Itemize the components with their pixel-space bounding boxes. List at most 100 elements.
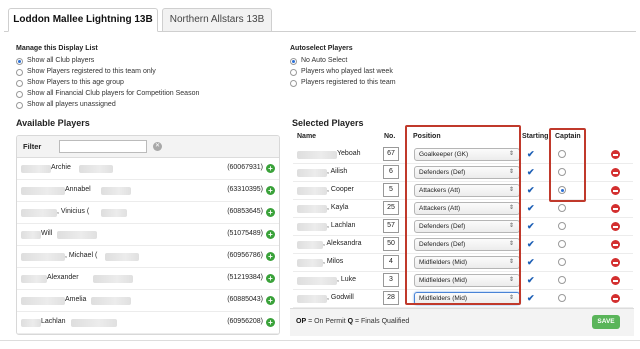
list-item[interactable]: , Michael ( (60956786) +	[17, 246, 279, 268]
starting-checkbox[interactable]: ✔	[527, 240, 535, 249]
redacted-name	[21, 253, 65, 261]
clear-filter-icon[interactable]: ✕	[153, 142, 162, 151]
add-player-icon[interactable]: +	[266, 296, 275, 305]
jersey-number-input[interactable]: 67	[383, 147, 399, 161]
starting-checkbox[interactable]: ✔	[527, 168, 535, 177]
player-name: , Luke	[337, 276, 357, 283]
captain-radio[interactable]	[558, 240, 566, 248]
legend-q-text: = Finals Qualified	[353, 318, 410, 325]
manage-option[interactable]: Show Players registered to this team onl…	[16, 67, 156, 77]
captain-radio[interactable]	[558, 222, 566, 230]
redacted-name	[21, 187, 65, 195]
starting-checkbox[interactable]: ✔	[527, 222, 535, 231]
starting-checkbox[interactable]: ✔	[527, 150, 535, 159]
player-name: , Godwill	[327, 294, 354, 301]
list-item[interactable]: , Vinicius ( (60853645) +	[17, 202, 279, 224]
starting-checkbox[interactable]: ✔	[527, 258, 535, 267]
starting-checkbox[interactable]: ✔	[527, 276, 535, 285]
autoselect-option[interactable]: Players who played last week	[290, 67, 393, 77]
player-name: , Michael (	[65, 252, 98, 259]
manage-option[interactable]: Show all Club players	[16, 56, 94, 66]
captain-radio[interactable]	[558, 276, 566, 284]
remove-player-icon[interactable]	[611, 240, 620, 249]
starting-checkbox[interactable]: ✔	[527, 204, 535, 213]
autoselect-option[interactable]: No Auto Select	[290, 56, 347, 66]
starting-checkbox[interactable]: ✔	[527, 294, 535, 303]
manage-option[interactable]: Show all players unassigned	[16, 100, 116, 110]
add-player-icon[interactable]: +	[266, 230, 275, 239]
remove-player-icon[interactable]	[611, 276, 620, 285]
redacted-name	[93, 275, 133, 283]
jersey-number-input[interactable]: 50	[383, 237, 399, 251]
remove-player-icon[interactable]	[611, 186, 620, 195]
remove-player-icon[interactable]	[611, 294, 620, 303]
player-name: Will	[41, 230, 53, 237]
add-player-icon[interactable]: +	[266, 208, 275, 217]
list-item[interactable]: Lachlan (60956208) +	[17, 312, 279, 334]
jersey-number-input[interactable]: 4	[383, 255, 399, 269]
available-players-panel: Filter ✕ Archie (60067931) + Annabel (63…	[16, 135, 280, 335]
add-player-icon[interactable]: +	[266, 318, 275, 327]
radio-icon[interactable]	[16, 79, 23, 87]
redacted-name	[21, 231, 41, 239]
player-name: Yeboah	[337, 150, 361, 157]
jersey-number-input[interactable]: 28	[383, 291, 399, 305]
selected-footer: OP = On Permit Q = Finals Qualified SAVE	[290, 308, 634, 336]
remove-player-icon[interactable]	[611, 168, 620, 177]
option-label: Players who played last week	[301, 68, 393, 75]
starting-checkbox[interactable]: ✔	[527, 186, 535, 195]
filter-label: Filter	[23, 142, 42, 151]
add-player-icon[interactable]: +	[266, 186, 275, 195]
captain-radio[interactable]	[558, 294, 566, 302]
redacted-name	[101, 187, 131, 195]
player-name: Alexander	[47, 274, 79, 281]
add-player-icon[interactable]: +	[266, 164, 275, 173]
remove-player-icon[interactable]	[611, 222, 620, 231]
redacted-name	[297, 187, 327, 195]
list-item[interactable]: Will (51075489) +	[17, 224, 279, 246]
captain-radio[interactable]	[558, 204, 566, 212]
save-button[interactable]: SAVE	[592, 315, 620, 329]
add-player-icon[interactable]: +	[266, 274, 275, 283]
jersey-number-input[interactable]: 3	[383, 273, 399, 287]
captain-column-highlight	[549, 128, 586, 202]
jersey-number-input[interactable]: 25	[383, 201, 399, 215]
filter-bar: Filter ✕	[17, 136, 279, 158]
remove-player-icon[interactable]	[611, 204, 620, 213]
remove-player-icon[interactable]	[611, 258, 620, 267]
radio-icon[interactable]	[16, 90, 23, 98]
player-name: , Cooper	[327, 186, 354, 193]
option-label: Players registered to this team	[301, 79, 396, 86]
jersey-number-input[interactable]: 6	[383, 165, 399, 179]
tab-loddon-mallee-lightning[interactable]: Loddon Mallee Lightning 13B	[8, 8, 158, 32]
position-column-highlight	[405, 125, 521, 305]
radio-selected-icon[interactable]	[16, 57, 23, 65]
radio-icon[interactable]	[16, 101, 23, 109]
radio-icon[interactable]	[290, 79, 297, 87]
filter-input[interactable]	[59, 140, 147, 153]
manage-option[interactable]: Show Players to this age group	[16, 78, 124, 88]
list-item[interactable]: Archie (60067931) +	[17, 158, 279, 180]
player-name: Lachlan	[41, 318, 66, 325]
player-id: (60956786)	[227, 252, 263, 259]
add-player-icon[interactable]: +	[266, 252, 275, 261]
radio-selected-icon[interactable]	[290, 57, 297, 65]
redacted-name	[297, 295, 327, 303]
captain-radio[interactable]	[558, 258, 566, 266]
list-item[interactable]: Annabel (63310395) +	[17, 180, 279, 202]
list-item[interactable]: Alexander (51219384) +	[17, 268, 279, 290]
manage-option[interactable]: Show all Financial Club players for Comp…	[16, 89, 199, 99]
radio-icon[interactable]	[290, 68, 297, 76]
autoselect-option[interactable]: Players registered to this team	[290, 78, 396, 88]
player-name: Annabel	[65, 186, 91, 193]
list-item[interactable]: Amelia (60885043) +	[17, 290, 279, 312]
player-name: , Milos	[323, 258, 344, 265]
remove-player-icon[interactable]	[611, 150, 620, 159]
available-players-title: Available Players	[16, 118, 90, 128]
tab-northern-allstars[interactable]: Northern Allstars 13B	[162, 8, 272, 32]
player-id: (60853645)	[227, 208, 263, 215]
radio-icon[interactable]	[16, 68, 23, 76]
jersey-number-input[interactable]: 5	[383, 183, 399, 197]
jersey-number-input[interactable]: 57	[383, 219, 399, 233]
option-label: Show Players registered to this team onl…	[27, 68, 156, 75]
